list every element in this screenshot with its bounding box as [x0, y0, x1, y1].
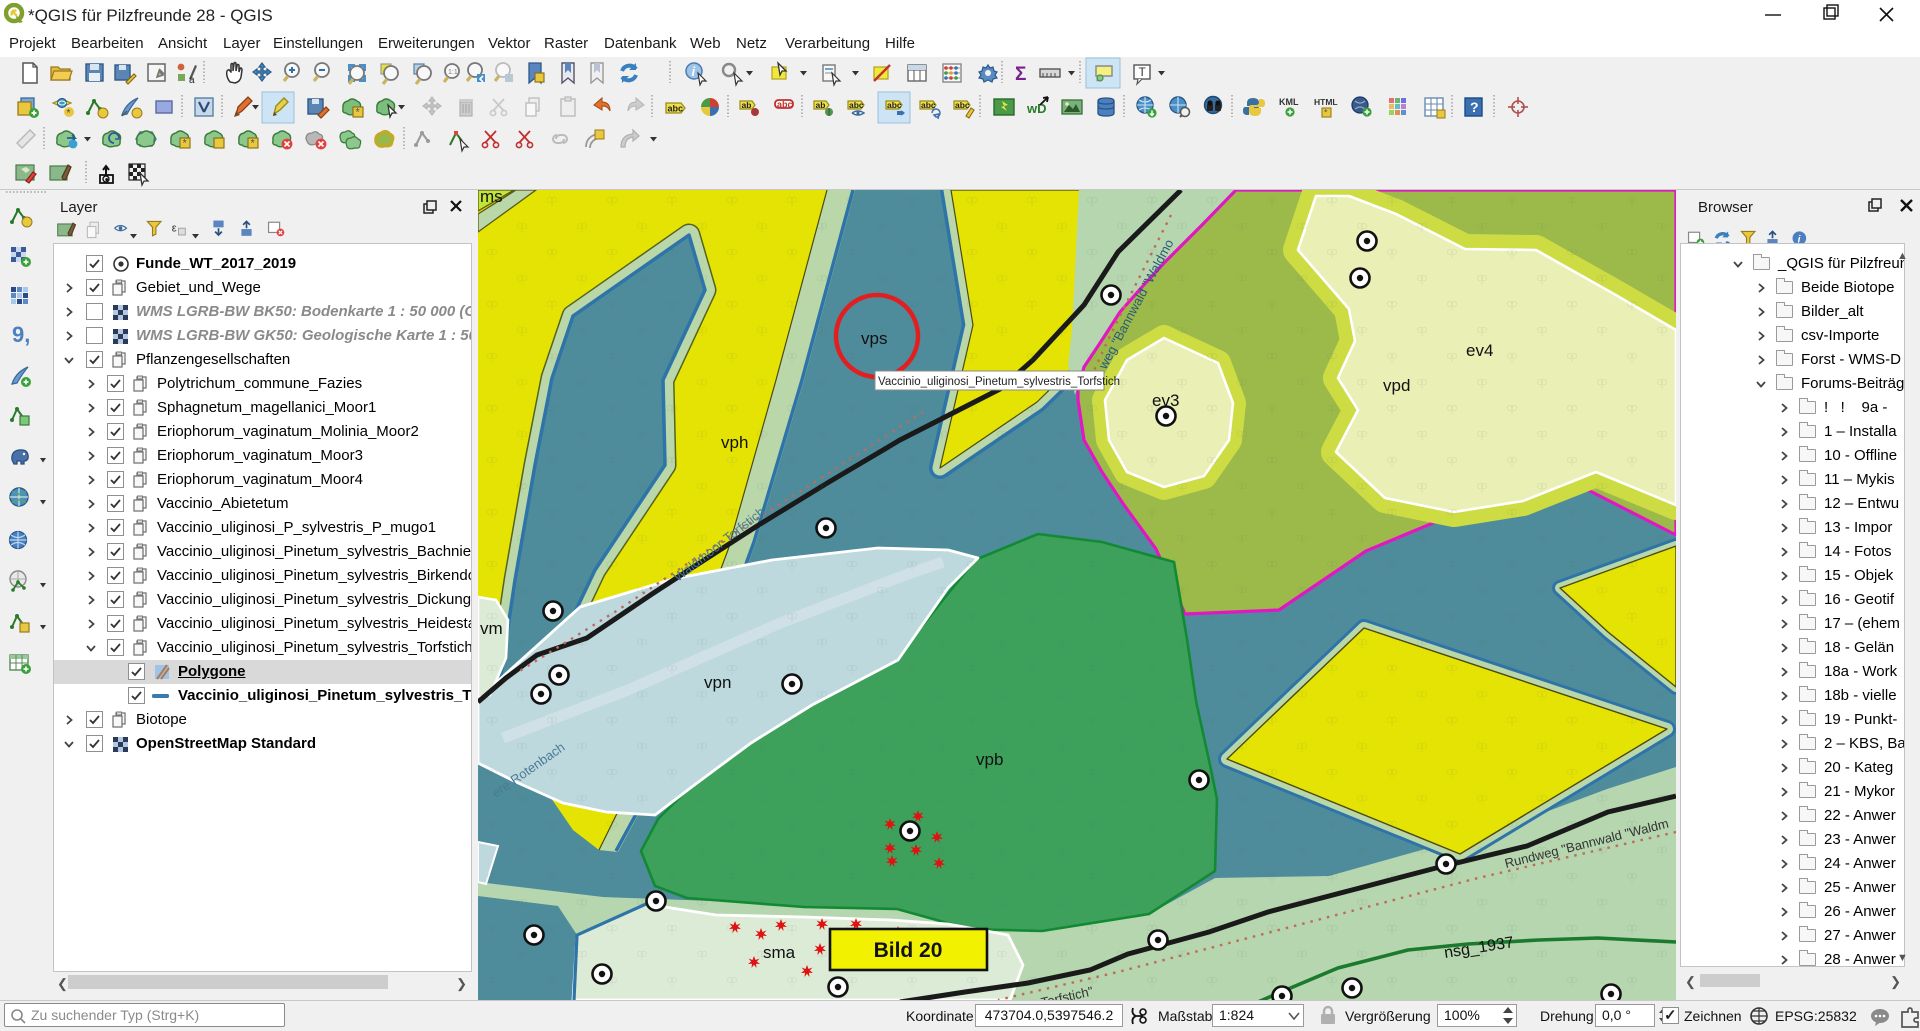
svg-text:T: T [1139, 65, 1147, 79]
svg-text:*: * [1324, 108, 1328, 118]
svg-text:*: * [183, 138, 188, 150]
svg-text:ε: ε [172, 223, 177, 235]
svg-text:*: * [67, 108, 71, 119]
svg-text:●: ● [105, 177, 109, 184]
svg-text:HTML: HTML [1314, 97, 1338, 107]
svg-text:a: a [189, 75, 195, 86]
svg-text:Vaccinio_uliginosi_Pinetum_syl: Vaccinio_uliginosi_Pinetum_sylvestris_To… [878, 376, 1120, 388]
svg-text:KML: KML [1279, 97, 1299, 107]
svg-text:1:1: 1:1 [448, 69, 458, 76]
svg-text:Bild 20: Bild 20 [874, 939, 943, 962]
svg-text:abc: abc [921, 100, 936, 110]
svg-text:9,: 9, [12, 322, 30, 347]
svg-text:abc: abc [955, 100, 970, 110]
svg-text:abc: abc [849, 100, 864, 110]
svg-text:abc: abc [777, 100, 793, 110]
svg-text:abc: abc [668, 104, 684, 114]
svg-text:Σ: Σ [1015, 64, 1026, 85]
svg-text:wD: wD [1026, 101, 1047, 116]
svg-text:abc: abc [887, 100, 902, 110]
svg-text:i: i [692, 64, 696, 79]
svg-text:*: * [251, 138, 256, 150]
svg-text:ab: ab [742, 100, 752, 110]
svg-text:ab: ab [816, 100, 826, 110]
svg-text:*: * [356, 107, 361, 119]
svg-text:?: ? [1470, 99, 1479, 115]
